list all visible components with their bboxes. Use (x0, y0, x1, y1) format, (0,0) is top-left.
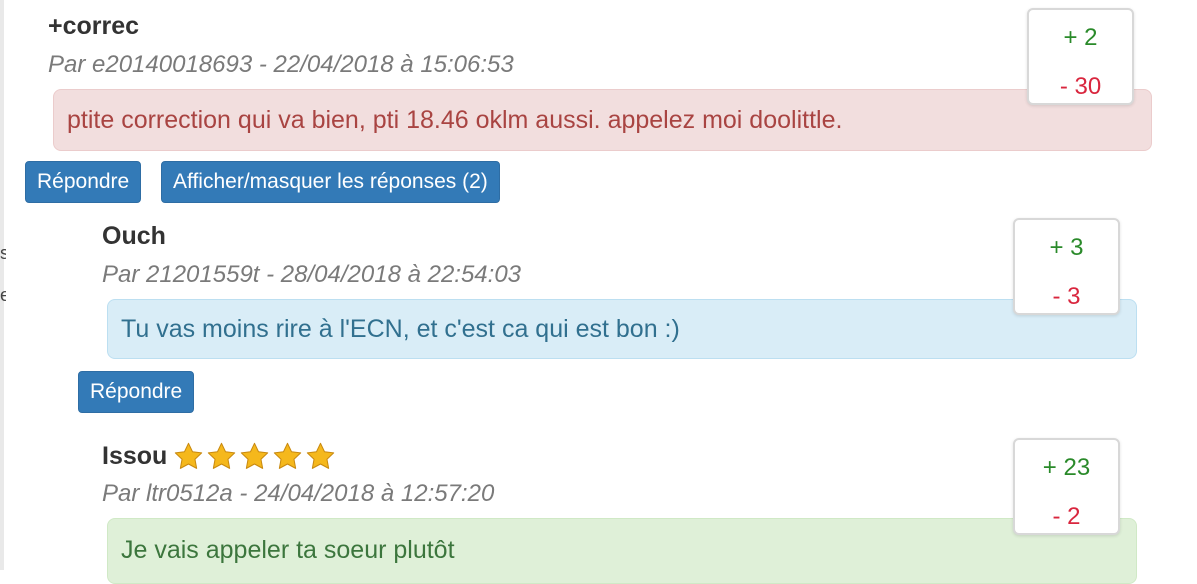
comment-title: +correc (48, 12, 139, 41)
vote-box: + 23 - 2 (1013, 438, 1120, 535)
star-icon (307, 442, 335, 469)
upvote-button[interactable]: + 23 (1015, 454, 1118, 482)
comment-message-text: ptite correction qui va bien, pti 18.46 … (67, 105, 843, 134)
star-icon (175, 442, 203, 469)
star-icon (208, 442, 236, 469)
comment-title-text: Issou (102, 442, 168, 470)
comment-title: Ouch (102, 222, 166, 251)
reply-button[interactable]: Répondre (78, 371, 195, 413)
upvote-button[interactable]: + 2 (1029, 24, 1132, 52)
vote-box: + 2 - 30 (1027, 8, 1134, 105)
downvote-button[interactable]: - 3 (1015, 283, 1118, 311)
reply-button[interactable]: Répondre (25, 161, 142, 203)
comment-meta: Par ltr0512a - 24/04/2018 à 12:57:20 (102, 480, 495, 507)
toggle-replies-button[interactable]: Afficher/masquer les réponses (2) (161, 161, 500, 203)
comment-message: Tu vas moins rire à l'ECN, et c'est ca q… (107, 299, 1137, 359)
comment-message-text: Je vais appeler ta soeur plutôt (121, 536, 455, 564)
vote-box: + 3 - 3 (1013, 218, 1120, 315)
rating-stars (173, 441, 336, 472)
comment-meta: Par 21201559t - 28/04/2018 à 22:54:03 (102, 261, 522, 288)
comment-message: Je vais appeler ta soeur plutôt (107, 518, 1137, 584)
star-icon (241, 442, 269, 469)
comment-title-text: +correc (48, 12, 140, 40)
comment-message-text: Tu vas moins rire à l'ECN, et c'est ca q… (121, 314, 680, 343)
comment-meta: Par e20140018693 - 22/04/2018 à 15:06:53 (48, 51, 514, 78)
upvote-button[interactable]: + 3 (1015, 234, 1118, 262)
left-text-fragment: e (0, 285, 6, 305)
comment-title-text: Ouch (102, 222, 166, 250)
downvote-button[interactable]: - 30 (1029, 73, 1132, 101)
star-icon (274, 442, 302, 469)
comment-title: Issou (102, 441, 336, 472)
left-text-fragment: s (0, 243, 6, 263)
downvote-button[interactable]: - 2 (1015, 503, 1118, 531)
comment-message: ptite correction qui va bien, pti 18.46 … (53, 89, 1152, 151)
